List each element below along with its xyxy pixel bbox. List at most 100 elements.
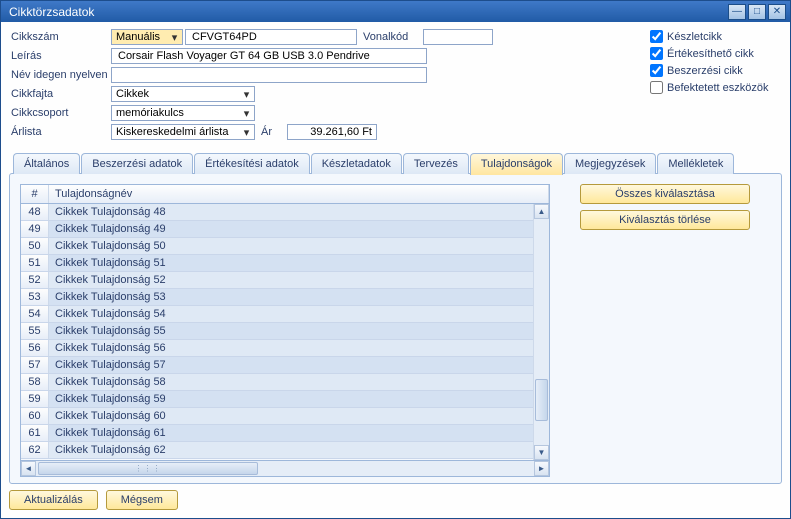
row-property-name: Cikkek Tulajdonság 50 — [49, 240, 533, 252]
chevron-down-icon: ▾ — [241, 88, 252, 101]
row-number: 52 — [21, 272, 49, 288]
table-row[interactable]: 50Cikkek Tulajdonság 50 — [21, 238, 533, 255]
table-row[interactable]: 48Cikkek Tulajdonság 48 — [21, 204, 533, 221]
hscroll-thumb[interactable]: ⋮⋮⋮ — [38, 462, 258, 475]
chevron-down-icon: ▾ — [169, 31, 180, 44]
close-button[interactable]: ✕ — [768, 4, 786, 20]
tab-megjegyz-sek[interactable]: Megjegyzések — [564, 153, 656, 174]
stock-item-checkbox[interactable] — [650, 30, 663, 43]
scroll-track[interactable] — [534, 219, 549, 445]
row-property-name: Cikkek Tulajdonság 56 — [49, 342, 533, 354]
description-field[interactable] — [116, 49, 422, 63]
table-row[interactable]: 60Cikkek Tulajdonság 60 — [21, 408, 533, 425]
sales-item-checkbox[interactable] — [650, 47, 663, 60]
hscroll-track[interactable]: ⋮⋮⋮ — [36, 461, 534, 476]
scroll-thumb[interactable] — [535, 379, 548, 421]
table-row[interactable]: 54Cikkek Tulajdonság 54 — [21, 306, 533, 323]
table-row[interactable]: 62Cikkek Tulajdonság 62 — [21, 442, 533, 459]
tab-area: ÁltalánosBeszerzési adatokÉrtékesítési a… — [9, 152, 782, 484]
item-group-label: Cikkcsoport — [11, 107, 111, 119]
row-number: 50 — [21, 238, 49, 254]
row-property-name: Cikkek Tulajdonság 52 — [49, 274, 533, 286]
table-row[interactable]: 56Cikkek Tulajdonság 56 — [21, 340, 533, 357]
scroll-left-button[interactable]: ◄ — [21, 461, 36, 476]
scroll-down-button[interactable]: ▼ — [534, 445, 549, 460]
pricelist-value: Kiskereskedelmi árlista — [116, 126, 228, 138]
tab-tervez-s[interactable]: Tervezés — [403, 153, 469, 174]
table-row[interactable]: 49Cikkek Tulajdonság 49 — [21, 221, 533, 238]
row-property-name: Cikkek Tulajdonság 62 — [49, 444, 533, 456]
horizontal-scrollbar[interactable]: ◄ ⋮⋮⋮ ► — [20, 461, 550, 477]
tab--rt-kes-t-si-adatok[interactable]: Értékesítési adatok — [194, 153, 310, 174]
item-code-mode-value: Manuális — [116, 31, 160, 43]
purchase-item-check[interactable]: Beszerzési cikk — [650, 62, 780, 79]
table-row[interactable]: 59Cikkek Tulajdonság 59 — [21, 391, 533, 408]
barcode-field[interactable] — [428, 30, 488, 44]
item-code-label: Cikkszám — [11, 31, 111, 43]
description-input[interactable] — [111, 48, 427, 64]
row-number: 48 — [21, 204, 49, 220]
row-number: 53 — [21, 289, 49, 305]
price-display: 39.261,60 Ft — [287, 124, 377, 140]
item-code-input[interactable] — [185, 29, 357, 45]
minimize-button[interactable]: — — [728, 4, 746, 20]
table-row[interactable]: 58Cikkek Tulajdonság 58 — [21, 374, 533, 391]
row-number: 54 — [21, 306, 49, 322]
foreign-name-input[interactable] — [111, 67, 427, 83]
row-property-name: Cikkek Tulajdonság 54 — [49, 308, 533, 320]
col-header-name[interactable]: Tulajdonságnév — [49, 185, 549, 203]
foreign-name-label: Név idegen nyelven — [11, 69, 111, 81]
row-property-name: Cikkek Tulajdonság 55 — [49, 325, 533, 337]
row-property-name: Cikkek Tulajdonság 51 — [49, 257, 533, 269]
sales-item-check[interactable]: Értékesíthető cikk — [650, 45, 780, 62]
table-row[interactable]: 55Cikkek Tulajdonság 55 — [21, 323, 533, 340]
item-code-field[interactable] — [190, 30, 352, 44]
table-row[interactable]: 51Cikkek Tulajdonság 51 — [21, 255, 533, 272]
scroll-right-button[interactable]: ► — [534, 461, 549, 476]
item-group-combo[interactable]: memóriakulcs ▾ — [111, 105, 255, 121]
grid-header: # Tulajdonságnév — [20, 184, 550, 204]
item-type-combo[interactable]: Cikkek ▾ — [111, 86, 255, 102]
pricelist-label: Árlista — [11, 126, 111, 138]
vertical-scrollbar[interactable]: ▲ ▼ — [533, 204, 549, 460]
table-row[interactable]: 61Cikkek Tulajdonság 61 — [21, 425, 533, 442]
table-row[interactable]: 53Cikkek Tulajdonság 53 — [21, 289, 533, 306]
tab-body-tulajdonsagok: # Tulajdonságnév 48Cikkek Tulajdonság 48… — [9, 173, 782, 484]
scroll-up-button[interactable]: ▲ — [534, 204, 549, 219]
footer: Aktualizálás Mégsem — [1, 484, 790, 518]
barcode-input[interactable] — [423, 29, 493, 45]
maximize-button[interactable]: □ — [748, 4, 766, 20]
grid-rows-viewport[interactable]: 48Cikkek Tulajdonság 4849Cikkek Tulajdon… — [21, 204, 533, 460]
row-property-name: Cikkek Tulajdonság 59 — [49, 393, 533, 405]
tab-tulajdons-gok[interactable]: Tulajdonságok — [470, 153, 563, 175]
chevron-down-icon: ▾ — [241, 107, 252, 120]
clear-selection-button[interactable]: Kiválasztás törlése — [580, 210, 750, 230]
col-header-number[interactable]: # — [21, 185, 49, 203]
row-property-name: Cikkek Tulajdonság 58 — [49, 376, 533, 388]
item-code-mode-combo[interactable]: Manuális ▾ — [111, 29, 183, 45]
select-all-button[interactable]: Összes kiválasztása — [580, 184, 750, 204]
header-form: Cikkszám Manuális ▾ Vonalkód Leírás — [1, 22, 790, 144]
window-title: Cikktörzsadatok — [9, 5, 726, 19]
fixed-asset-checkbox[interactable] — [650, 81, 663, 94]
grid-body: 48Cikkek Tulajdonság 4849Cikkek Tulajdon… — [20, 204, 550, 461]
tab-mell-kletek[interactable]: Mellékletek — [657, 153, 734, 174]
stock-item-check[interactable]: Készletcikk — [650, 28, 780, 45]
tab--ltal-nos[interactable]: Általános — [13, 153, 80, 174]
tab-beszerz-si-adatok[interactable]: Beszerzési adatok — [81, 153, 193, 174]
price-label: Ár — [261, 126, 287, 138]
tab-k-szletadatok[interactable]: Készletadatok — [311, 153, 402, 174]
cancel-button[interactable]: Mégsem — [106, 490, 178, 510]
row-number: 55 — [21, 323, 49, 339]
row-number: 56 — [21, 340, 49, 356]
row-property-name: Cikkek Tulajdonság 61 — [49, 427, 533, 439]
fixed-asset-check[interactable]: Befektetett eszközök — [650, 79, 780, 96]
barcode-label: Vonalkód — [363, 31, 423, 43]
table-row[interactable]: 57Cikkek Tulajdonság 57 — [21, 357, 533, 374]
pricelist-combo[interactable]: Kiskereskedelmi árlista ▾ — [111, 124, 255, 140]
foreign-name-field[interactable] — [116, 68, 422, 82]
purchase-item-checkbox[interactable] — [650, 64, 663, 77]
item-group-value: memóriakulcs — [116, 107, 184, 119]
update-button[interactable]: Aktualizálás — [9, 490, 98, 510]
table-row[interactable]: 52Cikkek Tulajdonság 52 — [21, 272, 533, 289]
